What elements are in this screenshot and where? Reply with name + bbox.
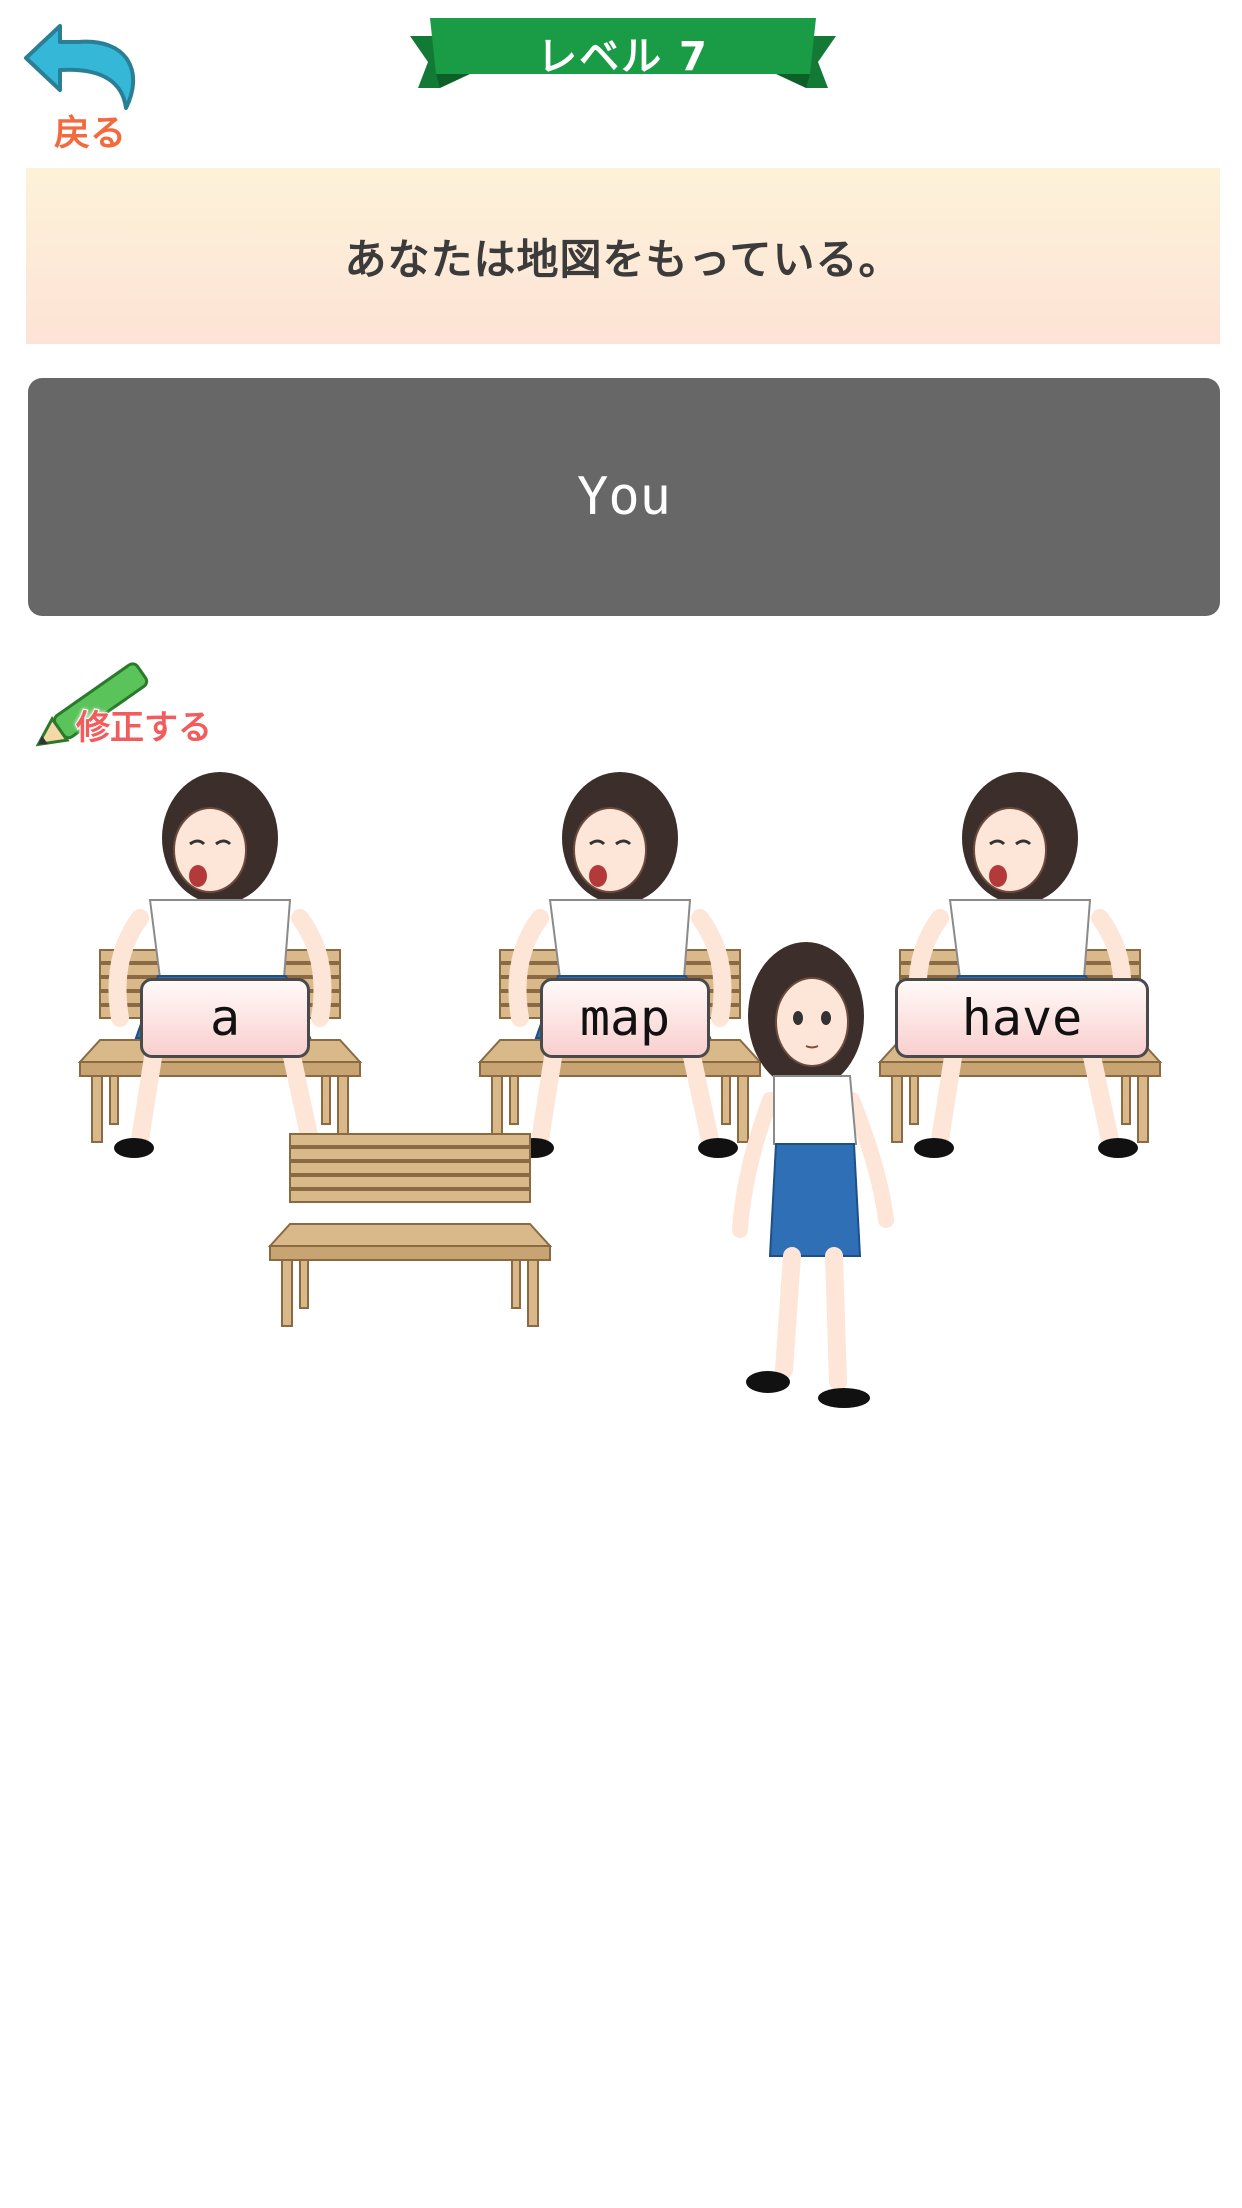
level-banner: レベル 7 xyxy=(410,14,836,102)
answer-text: You xyxy=(577,467,671,527)
word-card-have[interactable]: have xyxy=(895,978,1149,1058)
answer-box: You xyxy=(28,378,1220,616)
empty-bench xyxy=(250,1124,570,1354)
word-card-a[interactable]: a xyxy=(140,978,310,1058)
japanese-sentence: あなたは地図をもっている。 xyxy=(344,234,902,284)
prompt-box: あなたは地図をもっている。 xyxy=(26,168,1220,344)
standing-woman xyxy=(710,930,910,1416)
bench-seat-1: a xyxy=(60,712,380,1182)
word-card-map[interactable]: map xyxy=(540,978,710,1058)
back-button[interactable]: 戻る xyxy=(18,12,158,155)
level-title: レベル 7 xyxy=(537,34,709,80)
back-label: 戻る xyxy=(53,112,127,155)
